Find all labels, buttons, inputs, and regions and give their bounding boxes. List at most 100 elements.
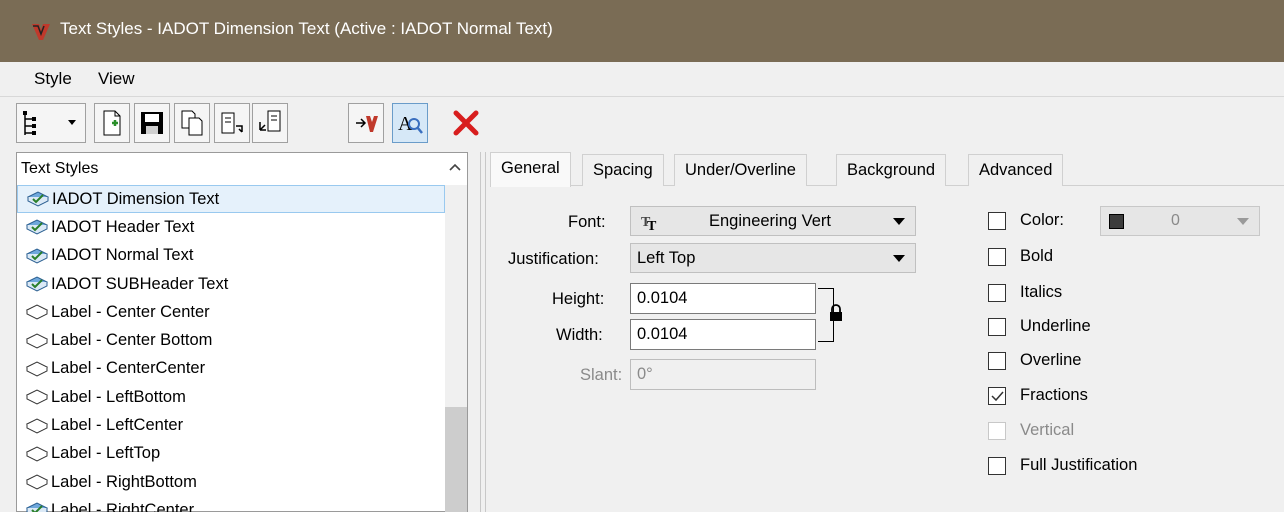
hierarchy-view-button[interactable] xyxy=(16,103,86,143)
list-item-label: IADOT SUBHeader Text xyxy=(51,274,229,293)
export-button[interactable] xyxy=(214,103,250,143)
tab-advanced[interactable]: Advanced xyxy=(968,154,1064,186)
list-header-label: Text Styles xyxy=(21,160,99,177)
overline-label: Overline xyxy=(1020,351,1082,369)
list-header: Text Styles xyxy=(17,153,467,185)
list-item[interactable]: Label - Center Bottom xyxy=(17,326,445,354)
list-item[interactable]: Label - CenterCenter xyxy=(17,355,445,383)
text-style-icon xyxy=(25,388,49,406)
bold-checkbox[interactable] xyxy=(988,248,1006,266)
list-item-label: Label - Center Bottom xyxy=(51,331,213,350)
slant-label: Slant: xyxy=(580,366,623,384)
fractions-label: Fractions xyxy=(1020,386,1088,404)
scrollbar-thumb[interactable] xyxy=(445,407,467,512)
overline-checkbox[interactable] xyxy=(988,352,1006,370)
app-logo-icon xyxy=(32,24,50,40)
font-label: Font: xyxy=(568,213,606,231)
list-item[interactable]: Label - LeftBottom xyxy=(17,383,445,411)
list-item-label: Label - Center Center xyxy=(51,302,210,321)
list-item[interactable]: Label - LeftCenter xyxy=(17,411,445,439)
delete-button[interactable] xyxy=(448,103,484,143)
import-icon xyxy=(259,110,281,132)
italics-label: Italics xyxy=(1020,283,1063,301)
chevron-down-icon xyxy=(1237,218,1249,225)
list-item[interactable]: IADOT Normal Text xyxy=(17,242,445,270)
width-input[interactable]: 0.0104 xyxy=(630,319,816,350)
text-styles-list: IADOT Dimension Text IADOT Header Text IAD… xyxy=(17,185,445,512)
font-dropdown[interactable]: T T Engineering Vert xyxy=(630,206,916,236)
new-style-icon xyxy=(103,110,121,136)
svg-text:T: T xyxy=(647,219,657,232)
save-icon xyxy=(141,112,163,134)
activate-icon xyxy=(356,116,378,132)
copy-style-button[interactable] xyxy=(174,103,210,143)
truetype-font-icon: T T xyxy=(641,215,657,232)
title-bar: Text Styles - IADOT Dimension Text (Acti… xyxy=(0,0,1284,62)
list-item[interactable]: Label - LeftTop xyxy=(17,440,445,468)
width-label: Width: xyxy=(556,326,603,344)
color-swatch xyxy=(1109,214,1124,229)
list-item[interactable]: IADOT SUBHeader Text xyxy=(17,270,445,298)
hierarchy-view-icon xyxy=(23,111,76,135)
export-icon xyxy=(221,112,243,134)
chevron-down-icon xyxy=(893,218,905,225)
menu-style[interactable]: Style xyxy=(34,69,72,89)
tab-background[interactable]: Background xyxy=(836,154,947,186)
svg-text:A: A xyxy=(398,113,413,135)
chevron-down-icon xyxy=(893,255,905,262)
list-item-label: Label - RightBottom xyxy=(51,472,197,491)
tab-spacing[interactable]: Spacing xyxy=(582,154,664,186)
justification-label: Justification: xyxy=(508,250,599,268)
library-style-icon xyxy=(25,218,49,236)
text-style-icon xyxy=(25,303,49,321)
menu-view[interactable]: View xyxy=(98,69,135,89)
text-style-icon xyxy=(25,473,49,491)
checkmark-icon xyxy=(991,391,1004,402)
list-item-label: Label - CenterCenter xyxy=(51,359,206,378)
new-style-button[interactable] xyxy=(94,103,130,143)
italics-checkbox[interactable] xyxy=(988,284,1006,302)
list-item[interactable]: Label - Center Center xyxy=(17,298,445,326)
list-item[interactable]: Label - RightCenter xyxy=(17,496,445,512)
import-button[interactable] xyxy=(252,103,288,143)
panel-splitter[interactable] xyxy=(480,152,486,512)
color-value: 0 xyxy=(1171,212,1180,229)
scroll-up-icon[interactable] xyxy=(447,159,463,175)
vertical-label: Vertical xyxy=(1020,421,1075,439)
underline-checkbox[interactable] xyxy=(988,318,1006,336)
bold-label: Bold xyxy=(1020,247,1054,265)
list-item-label: Label - LeftCenter xyxy=(51,416,184,435)
full-justification-label: Full Justification xyxy=(1020,456,1138,474)
color-checkbox[interactable] xyxy=(988,212,1006,230)
list-item[interactable]: Label - RightBottom xyxy=(17,468,445,496)
text-style-icon xyxy=(25,360,49,378)
tab-under-overline[interactable]: Under/Overline xyxy=(674,154,807,186)
list-item-label: IADOT Header Text xyxy=(51,217,195,236)
full-justification-checkbox[interactable] xyxy=(988,457,1006,475)
save-button[interactable] xyxy=(134,103,170,143)
list-item-label: IADOT Normal Text xyxy=(51,246,194,265)
toolbar: A xyxy=(0,96,1284,152)
menu-bar: Style View xyxy=(0,62,1284,96)
slant-input: 0° xyxy=(630,359,816,390)
list-item[interactable]: IADOT Dimension Text xyxy=(17,185,445,214)
height-input[interactable]: 0.0104 xyxy=(630,283,816,314)
font-value: Engineering Vert xyxy=(709,212,832,230)
lock-icon[interactable] xyxy=(829,304,843,322)
justification-dropdown[interactable]: Left Top xyxy=(630,243,916,273)
list-item[interactable]: IADOT Header Text xyxy=(17,213,445,241)
tab-bar: General Spacing Under/Overline Backgroun… xyxy=(490,152,1284,187)
library-style-icon xyxy=(25,501,49,512)
library-style-icon xyxy=(25,247,49,265)
color-label: Color: xyxy=(1020,211,1065,229)
find-text-icon: A xyxy=(398,113,423,135)
color-dropdown: 0 xyxy=(1100,206,1260,236)
tab-general[interactable]: General xyxy=(490,152,571,187)
activate-button[interactable] xyxy=(348,103,384,143)
underline-label: Underline xyxy=(1020,317,1091,335)
fractions-checkbox[interactable] xyxy=(988,387,1006,405)
text-style-icon xyxy=(25,417,49,435)
text-style-icon xyxy=(25,332,49,350)
find-text-button[interactable]: A xyxy=(392,103,428,143)
delete-icon xyxy=(453,110,479,136)
